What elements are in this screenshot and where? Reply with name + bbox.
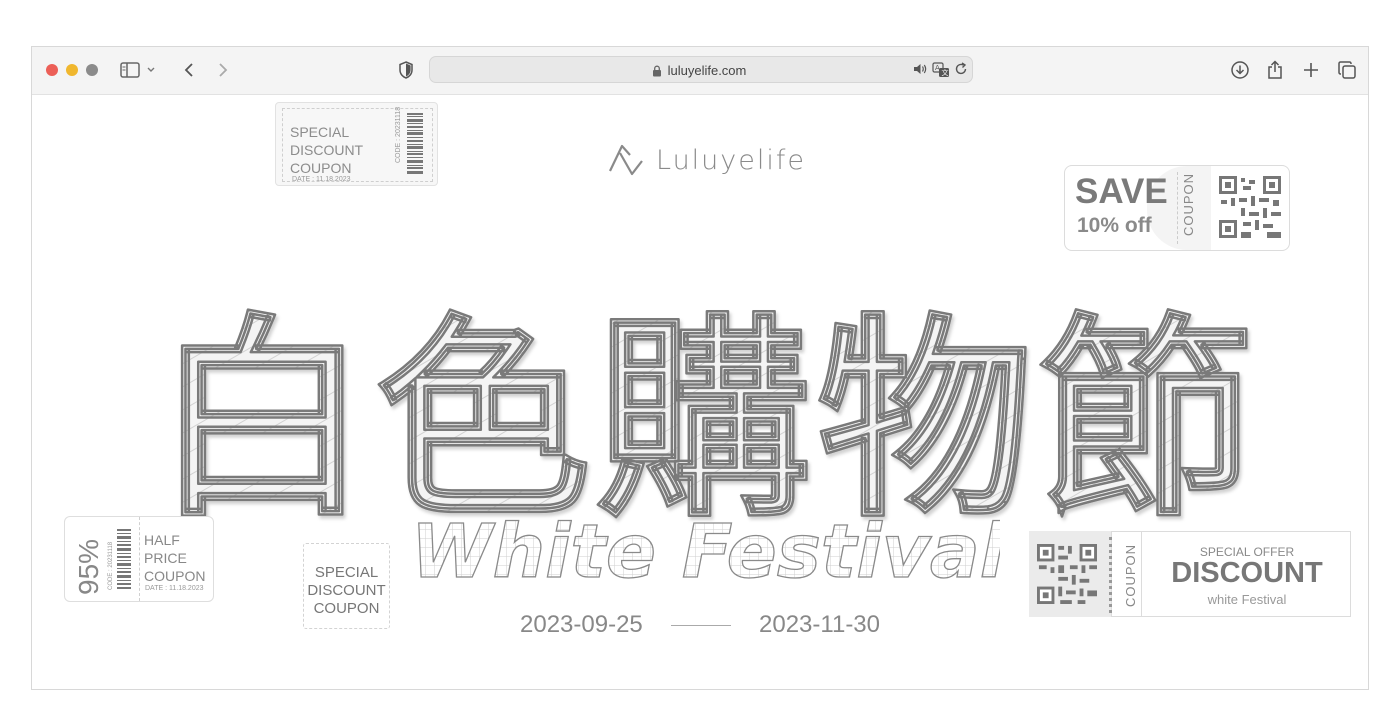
url-text: luluyelife.com bbox=[667, 63, 747, 78]
download-icon[interactable] bbox=[1228, 58, 1252, 82]
zoom-window-button[interactable] bbox=[86, 64, 98, 76]
subtitle-text: White Festival bbox=[416, 511, 1000, 591]
plus-icon[interactable] bbox=[1299, 58, 1323, 82]
page-content: SPECIAL DISCOUNT COUPON DATE : 11.18.202… bbox=[32, 95, 1368, 689]
reload-icon[interactable] bbox=[954, 62, 968, 81]
translate-icon[interactable]: A文 bbox=[932, 62, 950, 83]
coupon-code: CODE : 20231118 bbox=[108, 541, 114, 590]
brand-logo[interactable]: Luluyelife bbox=[606, 143, 806, 177]
logo-text: Luluyelife bbox=[656, 144, 807, 176]
speaker-icon[interactable] bbox=[912, 62, 928, 81]
special-discount-stamp: SPECIAL DISCOUNT COUPON bbox=[303, 543, 390, 629]
discount-coupon: COUPON SPECIAL OFFER DISCOUNT white Fest… bbox=[1029, 531, 1351, 617]
coupon-date: DATE : 11.18.2023 bbox=[145, 585, 204, 592]
half-price-coupon: 95% CODE : 20231118 HALF PRICE COUPON DA… bbox=[64, 516, 214, 602]
subtitle: White Festival bbox=[410, 508, 1007, 595]
start-date: 2023-09-25 bbox=[520, 611, 643, 638]
date-separator bbox=[670, 624, 731, 626]
svg-text:A: A bbox=[935, 64, 940, 72]
chevron-left-icon[interactable] bbox=[177, 58, 201, 82]
headline: 白色購物節 bbox=[153, 225, 1255, 555]
tabs-overview-icon[interactable] bbox=[1335, 58, 1359, 82]
sidebar-icon[interactable] bbox=[118, 58, 142, 82]
event-dates: 2023-09-25 2023-11-30 bbox=[520, 610, 880, 640]
shield-icon[interactable] bbox=[394, 58, 418, 82]
chevron-down-icon[interactable] bbox=[144, 58, 158, 82]
coupon-label: COUPON bbox=[1123, 543, 1138, 607]
chevron-right-icon[interactable] bbox=[211, 58, 235, 82]
barcode-icon bbox=[117, 529, 131, 589]
browser-window: luluyelife.com A文 SPECIAL DISCOUNT COUPO… bbox=[31, 46, 1369, 690]
coupon-code: CODE : 20231118 bbox=[395, 106, 402, 163]
address-bar[interactable]: luluyelife.com A文 bbox=[429, 56, 973, 83]
headline-text: 白色購物節 bbox=[155, 295, 1260, 546]
coupon-tagline: white Festival bbox=[1207, 592, 1287, 607]
qr-code-icon bbox=[1037, 544, 1097, 604]
barcode-icon bbox=[407, 113, 423, 174]
coupon-headline: DISCOUNT bbox=[1171, 557, 1323, 589]
coupon-text: SPECIAL DISCOUNT COUPON bbox=[307, 564, 386, 617]
minimize-window-button[interactable] bbox=[66, 64, 78, 76]
coupon-date: DATE : 11.18.2023 bbox=[292, 176, 351, 183]
logo-mark-icon bbox=[609, 144, 643, 176]
svg-text:文: 文 bbox=[942, 68, 949, 77]
coupon-text: HALF PRICE COUPON bbox=[144, 532, 206, 584]
coupon-text: SPECIAL DISCOUNT COUPON bbox=[290, 124, 364, 176]
browser-toolbar: luluyelife.com A文 bbox=[32, 47, 1368, 95]
special-discount-coupon: SPECIAL DISCOUNT COUPON DATE : 11.18.202… bbox=[275, 102, 438, 186]
coupon-headline: SAVE bbox=[1075, 172, 1168, 211]
share-icon[interactable] bbox=[1263, 58, 1287, 82]
coupon-percent: 95% bbox=[73, 538, 104, 595]
close-window-button[interactable] bbox=[46, 64, 58, 76]
end-date: 2023-11-30 bbox=[759, 611, 880, 638]
